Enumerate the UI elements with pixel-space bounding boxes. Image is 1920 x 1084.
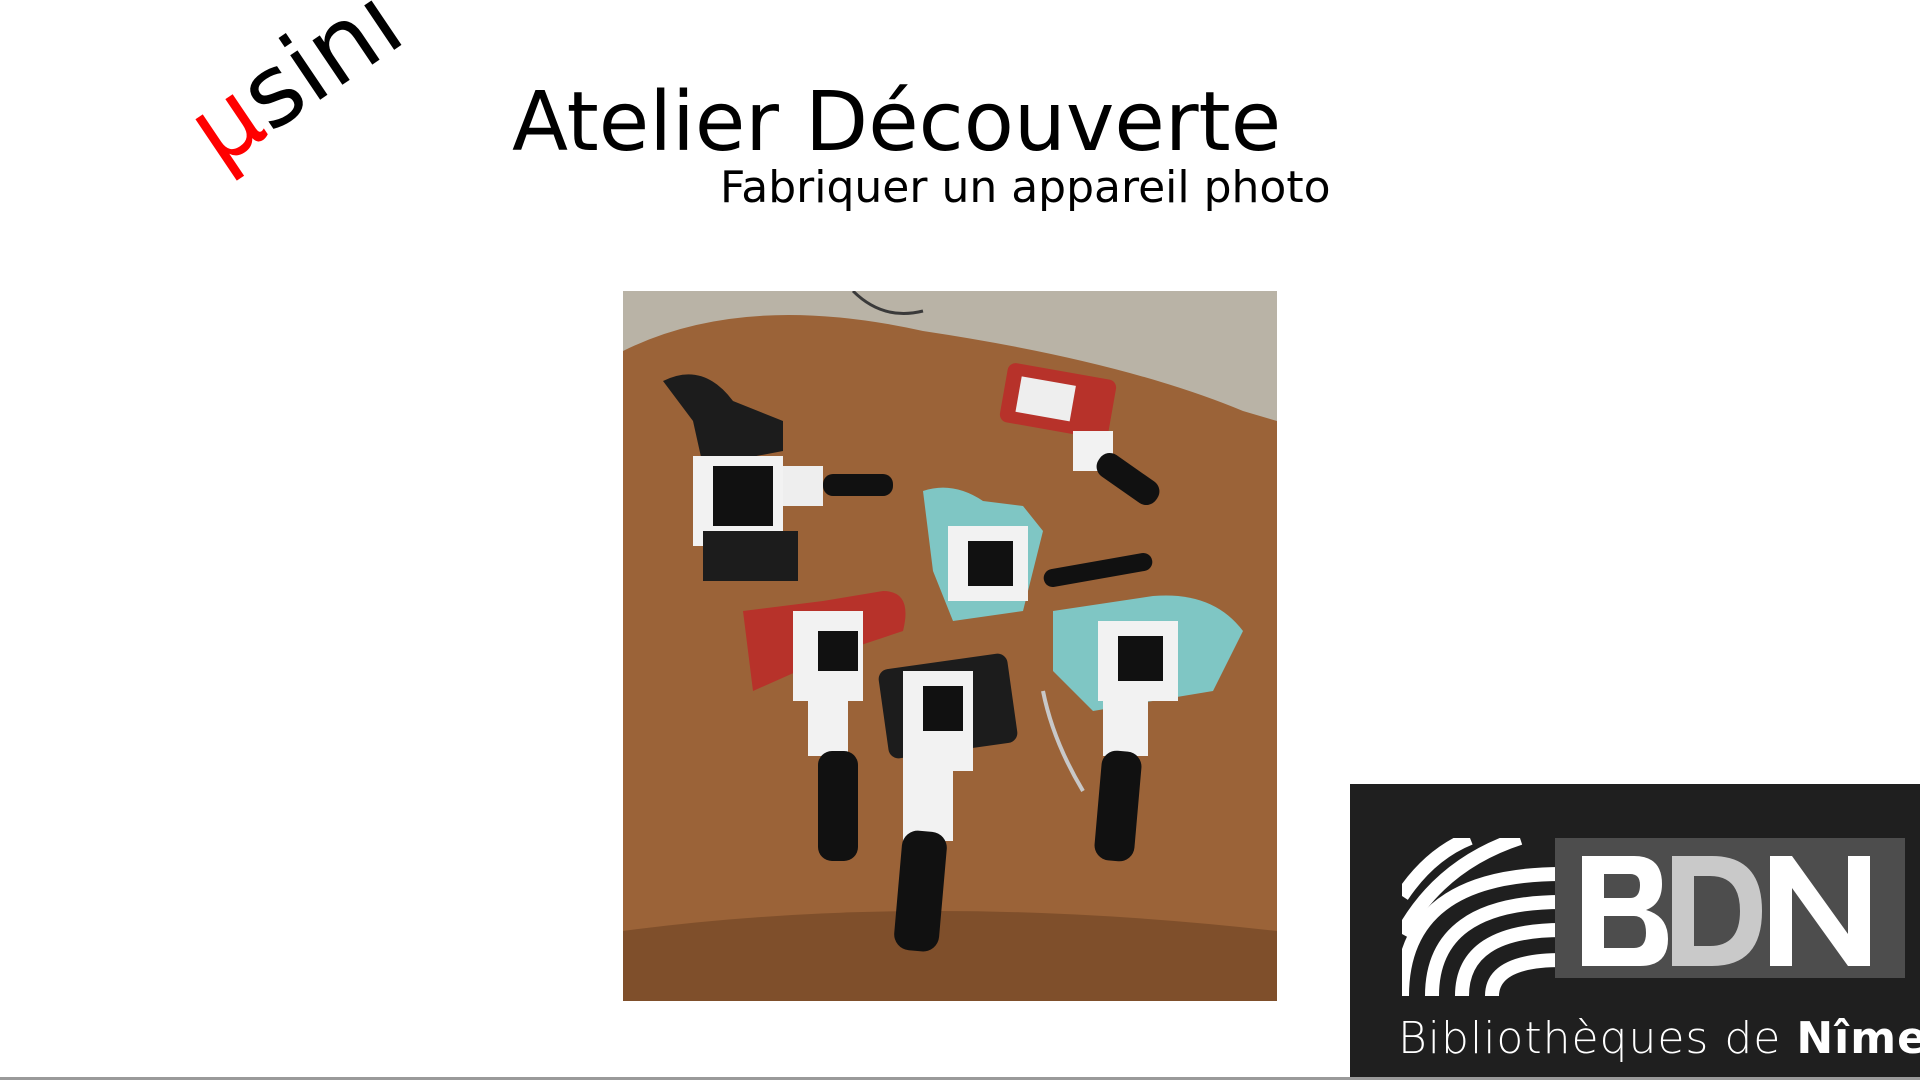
page-subtitle: Fabriquer un appareil photo [720,162,1331,213]
usini-logo: µsini [168,0,422,188]
camera-photo [623,291,1277,1001]
library-caption-city: Nîmes [1796,1013,1920,1064]
page-title: Atelier Découverte [512,75,1282,170]
library-caption-prefix: Bibliothèques de [1398,1013,1797,1064]
library-caption: Bibliothèques de Nîmes [1398,1013,1920,1064]
